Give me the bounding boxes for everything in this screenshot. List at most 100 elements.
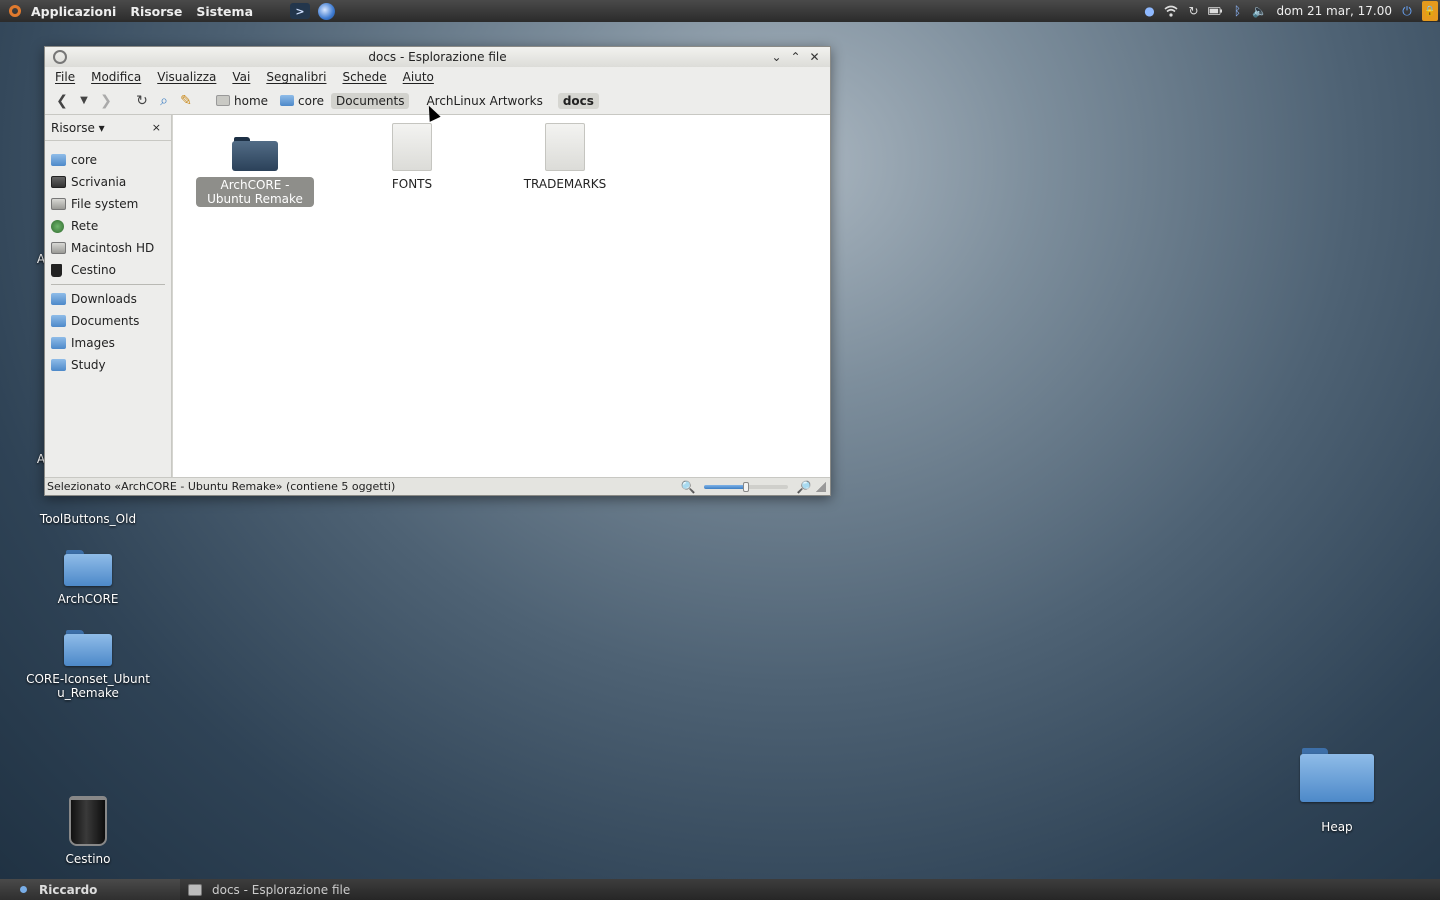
- minimize-icon[interactable]: ⌄: [767, 50, 786, 64]
- reload-icon[interactable]: ↻: [131, 90, 153, 112]
- menu-vai[interactable]: Vai: [224, 70, 258, 84]
- status-dot-icon: [20, 886, 27, 893]
- desktop-icon-label: Heap: [1321, 820, 1353, 834]
- menu-visualizza[interactable]: Visualizza: [149, 70, 224, 84]
- sidebar-item-rete[interactable]: Rete: [45, 215, 171, 237]
- clock[interactable]: dom 21 mar, 17.00: [1276, 4, 1392, 18]
- menu-aiuto[interactable]: Aiuto: [395, 70, 442, 84]
- zoom-out-icon[interactable]: 🔍: [680, 480, 696, 494]
- window-titlebar[interactable]: docs - Esplorazione file ⌄ ⌃ ✕: [45, 47, 830, 67]
- breadcrumb-docs[interactable]: docs: [557, 92, 599, 109]
- terminal-launcher-icon[interactable]: >: [290, 3, 310, 19]
- sidebar-item-macintosh-hd[interactable]: Macintosh HD: [45, 237, 171, 259]
- user-switcher[interactable]: Riccardo: [0, 879, 180, 900]
- sidebar-close-icon[interactable]: ×: [152, 121, 161, 134]
- file-label: FONTS: [391, 177, 433, 191]
- menu-modifica[interactable]: Modifica: [83, 70, 149, 84]
- menu-schede[interactable]: Schede: [334, 70, 394, 84]
- desktop-icon-core-iconset[interactable]: CORE-Iconset_Ubuntu_Remake: [20, 630, 156, 700]
- taskbar-item-label: docs - Esplorazione file: [212, 882, 351, 897]
- wifi-icon[interactable]: [1164, 4, 1178, 18]
- document-icon: [392, 123, 432, 171]
- folder-icon: [51, 293, 66, 305]
- folder-icon: [51, 315, 66, 327]
- menu-segnalibri[interactable]: Segnalibri: [258, 70, 334, 84]
- file-label: ArchCORE - Ubuntu Remake: [196, 177, 314, 207]
- sidebar-item-core[interactable]: core: [45, 149, 171, 171]
- drive-icon: [51, 242, 66, 254]
- breadcrumb-documents[interactable]: Documents: [331, 92, 410, 109]
- forward-icon[interactable]: ❯: [95, 90, 117, 112]
- folder-icon: [51, 359, 66, 371]
- sidebar-item-file-system[interactable]: File system: [45, 193, 171, 215]
- folder-icon: [64, 550, 112, 586]
- desktop-icon-archcore[interactable]: ArchCORE: [38, 550, 138, 606]
- window-title: docs - Esplorazione file: [368, 50, 507, 64]
- sidebar-type-dropdown[interactable]: Risorse ▾: [51, 121, 105, 135]
- breadcrumb: home core Documents ArchLinux Artworks d…: [211, 92, 601, 109]
- menu-file[interactable]: File: [47, 70, 83, 84]
- sidebar-item-images[interactable]: Images: [45, 332, 171, 354]
- home-folder-icon: [280, 95, 295, 106]
- menu-applicazioni[interactable]: Applicazioni: [24, 4, 123, 19]
- desktop-icon-label: ToolButtons_Old: [39, 512, 137, 526]
- folder-icon: [232, 137, 278, 171]
- top-panel: Applicazioni Risorse Sistema > ● ↻ ᛒ 🔈 d…: [0, 0, 1440, 22]
- close-icon[interactable]: ✕: [805, 50, 824, 64]
- history-dropdown-icon[interactable]: ▼: [73, 90, 95, 112]
- bluetooth-icon[interactable]: ᛒ: [1230, 4, 1244, 18]
- sidebar-item-scrivania[interactable]: Scrivania: [45, 171, 171, 193]
- breadcrumb-core[interactable]: core: [275, 93, 329, 109]
- places-sidebar: Risorse ▾ × core Scrivania File system R…: [45, 115, 172, 477]
- folder-icon: [64, 630, 112, 666]
- sidebar-item-study[interactable]: Study: [45, 354, 171, 376]
- breadcrumb-archlinux-artworks[interactable]: ArchLinux Artworks: [421, 93, 547, 109]
- folder-icon: [51, 337, 66, 349]
- menubar: File Modifica Visualizza Vai Segnalibri …: [45, 67, 830, 87]
- sidebar-item-downloads[interactable]: Downloads: [45, 288, 171, 310]
- desktop-icon-toolbuttons-old[interactable]: ToolButtons_Old: [38, 512, 138, 526]
- desktop-icon: [51, 176, 66, 188]
- menu-sistema[interactable]: Sistema: [189, 4, 260, 19]
- resize-grip[interactable]: [816, 481, 826, 492]
- folder-icon: [1300, 748, 1374, 802]
- battery-icon[interactable]: [1208, 4, 1223, 18]
- zoom-slider[interactable]: [704, 481, 788, 492]
- sidebar-item-cestino[interactable]: Cestino: [45, 259, 171, 281]
- desktop-icon-cestino[interactable]: Cestino: [48, 796, 128, 866]
- ubuntu-logo-icon[interactable]: [6, 2, 24, 20]
- drive-icon: [216, 95, 230, 106]
- home-folder-icon: [51, 154, 66, 166]
- breadcrumb-home[interactable]: home: [211, 93, 273, 109]
- sidebar-item-documents[interactable]: Documents: [45, 310, 171, 332]
- trash-icon: [69, 796, 107, 846]
- volume-icon[interactable]: 🔈: [1252, 4, 1267, 18]
- bottom-panel: Riccardo docs - Esplorazione file: [0, 879, 1440, 900]
- file-item-trademarks[interactable]: TRADEMARKS: [515, 123, 615, 191]
- sidebar-separator: [51, 284, 165, 285]
- file-item-fonts[interactable]: FONTS: [367, 123, 457, 191]
- search-icon[interactable]: ⌕: [153, 90, 175, 112]
- desktop-icon-label: ArchCORE: [57, 592, 119, 606]
- file-item-archcore-ubuntu-remake[interactable]: ArchCORE - Ubuntu Remake: [195, 123, 315, 207]
- back-icon[interactable]: ❮: [51, 90, 73, 112]
- edit-location-icon[interactable]: ✎: [175, 90, 197, 112]
- power-icon[interactable]: ⏻: [1400, 4, 1414, 18]
- zoom-control: 🔍 🔎: [680, 480, 826, 494]
- zoom-in-icon[interactable]: 🔎: [796, 480, 812, 494]
- maximize-icon[interactable]: ⌃: [786, 50, 805, 64]
- desktop-icon-heap[interactable]: Heap: [1292, 748, 1382, 834]
- drive-icon: [51, 198, 66, 210]
- taskbar-item-file-manager[interactable]: docs - Esplorazione file: [188, 883, 350, 897]
- trash-icon: [51, 263, 62, 277]
- menu-risorse[interactable]: Risorse: [123, 4, 189, 19]
- sidebar-header: Risorse ▾ ×: [45, 115, 171, 141]
- update-icon[interactable]: ↻: [1186, 4, 1200, 18]
- network-icon: [51, 219, 64, 233]
- zoom-slider-handle[interactable]: [743, 481, 749, 492]
- status-dot-icon[interactable]: ●: [1142, 4, 1156, 18]
- file-view[interactable]: ArchCORE - Ubuntu Remake FONTS TRADEMARK…: [172, 115, 830, 477]
- lock-icon[interactable]: 🔒: [1422, 1, 1438, 21]
- desktop-icon-label: CORE-Iconset_Ubuntu_Remake: [26, 672, 150, 700]
- browser-launcher-icon[interactable]: [318, 2, 335, 20]
